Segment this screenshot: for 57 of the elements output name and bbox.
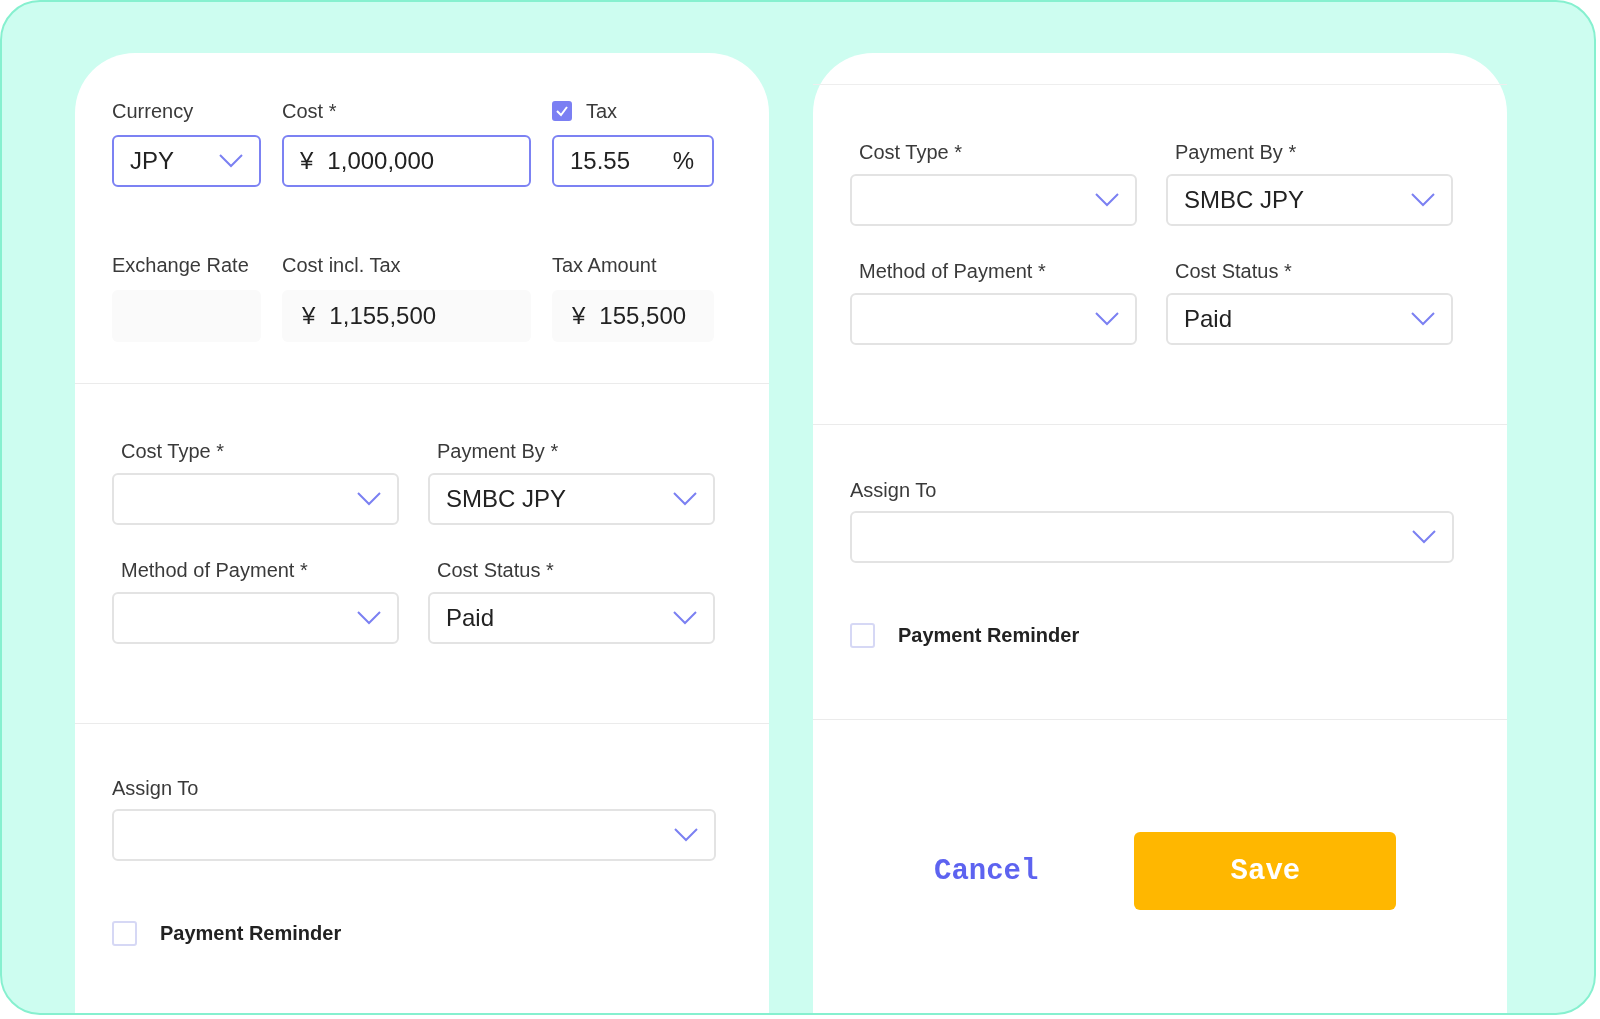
field-label: Exchange Rate (112, 254, 249, 277)
chevron-down-icon (673, 492, 697, 506)
field-value: SMBC JPY (446, 485, 567, 513)
input-field[interactable]: ¥ 1,000,000 (282, 135, 531, 187)
field-value: 155,500 (599, 301, 687, 330)
field-label: Cost Status * (437, 559, 555, 582)
field-label: Cost Status * (1175, 260, 1293, 283)
dropdown-field[interactable] (112, 592, 399, 644)
field-value: Paid (446, 604, 495, 632)
field-label: Payment By * (1175, 141, 1298, 164)
chevron-down-icon (1411, 312, 1435, 326)
checkbox[interactable] (552, 101, 572, 121)
field-label: Assign To (850, 479, 938, 502)
field-label: Assign To (112, 777, 200, 800)
dropdown-field[interactable] (112, 809, 716, 861)
currency-symbol: ¥ (302, 301, 316, 330)
dropdown-field[interactable] (850, 293, 1137, 345)
chevron-down-icon (673, 611, 697, 625)
chevron-down-icon (674, 828, 698, 842)
field-label: Tax Amount (552, 254, 657, 277)
currency-symbol: ¥ (572, 301, 586, 330)
dropdown-field[interactable]: SMBC JPY (428, 473, 715, 525)
field-value: JPY (130, 147, 174, 175)
chevron-down-icon (1095, 193, 1119, 207)
dropdown-field[interactable] (850, 511, 1454, 563)
dropdown-field[interactable]: Paid (1166, 293, 1453, 345)
cancel-button[interactable]: Cancel (930, 848, 1043, 894)
checkbox-label: Payment Reminder (898, 624, 1080, 647)
field-label: Tax (586, 99, 618, 123)
chevron-down-icon (357, 611, 381, 625)
dropdown-field[interactable]: JPY (112, 135, 261, 187)
field-label: Cost incl. Tax (282, 254, 401, 277)
field-label: Cost Type * (121, 440, 226, 463)
chevron-down-icon (219, 154, 243, 168)
dropdown-field[interactable]: Paid (428, 592, 715, 644)
input-field[interactable]: 15.55 % (552, 135, 714, 187)
field-value: 15.55 (570, 147, 631, 175)
chevron-down-icon (1411, 193, 1435, 207)
field-label: Method of Payment * (859, 260, 1047, 283)
field-value: 1,155,500 (329, 301, 437, 330)
field-value: Paid (1184, 305, 1233, 333)
currency-symbol: ¥ (300, 147, 314, 175)
field-label: Payment By * (437, 440, 560, 463)
chevron-down-icon (1412, 530, 1436, 544)
dropdown-field[interactable] (112, 473, 399, 525)
dropdown-field[interactable] (850, 174, 1137, 226)
dropdown-field[interactable]: SMBC JPY (1166, 174, 1453, 226)
chevron-down-icon (357, 492, 381, 506)
field-label: Currency (112, 99, 194, 123)
checkbox-label: Payment Reminder (160, 922, 342, 945)
field-label: Method of Payment * (121, 559, 309, 582)
percent-sign: % (672, 147, 694, 175)
chevron-down-icon (1095, 312, 1119, 326)
field-label: Cost * (282, 99, 337, 123)
field-value: 1,000,000 (327, 147, 435, 175)
field-label: Cost Type * (859, 141, 964, 164)
field-value: SMBC JPY (1184, 186, 1305, 214)
